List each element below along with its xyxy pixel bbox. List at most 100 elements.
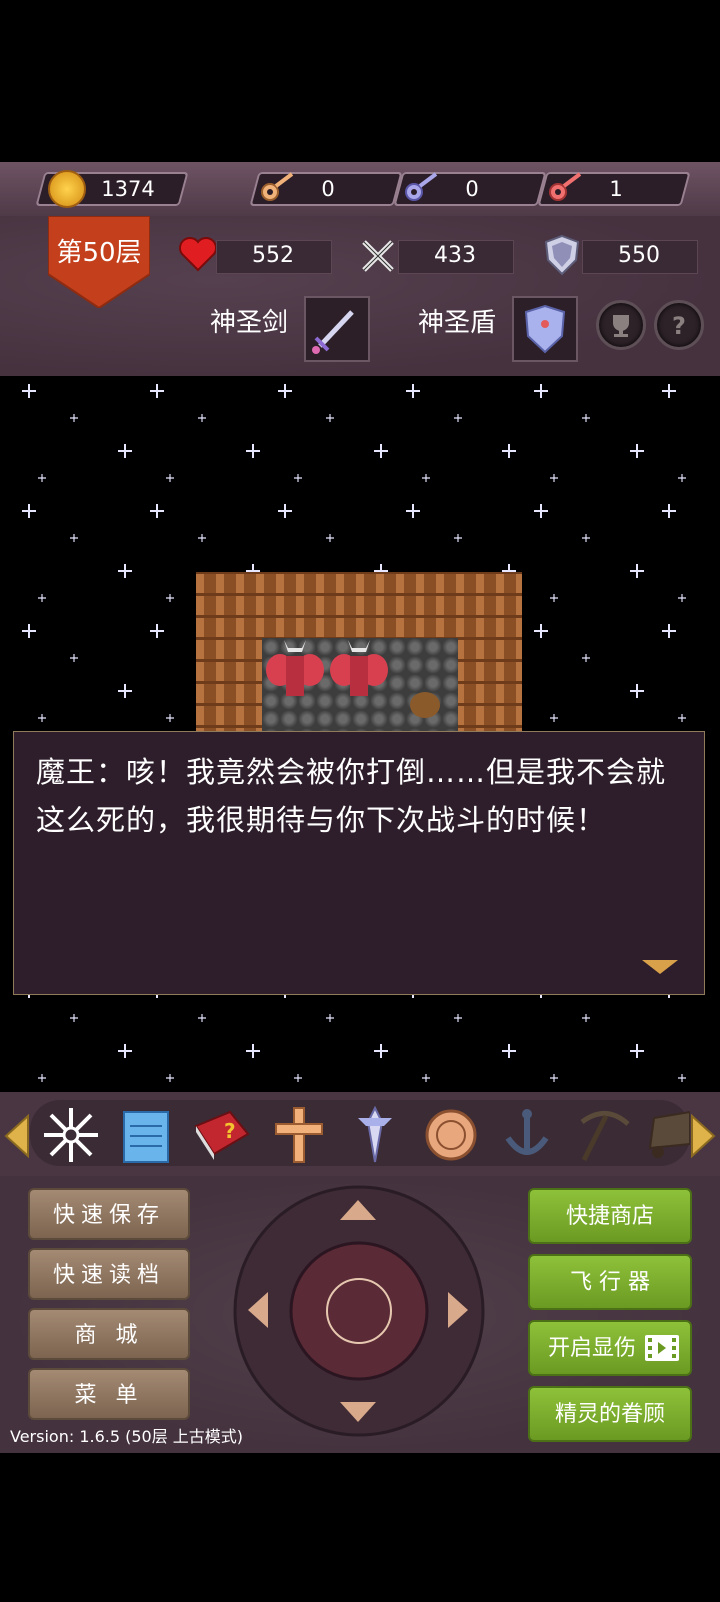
up-arrow-icon[interactable] (338, 1198, 378, 1222)
star-icon (246, 1044, 260, 1058)
star-icon (678, 594, 686, 602)
yellow-key-icon (258, 170, 298, 204)
weapon-label: 神圣剑 (210, 306, 288, 340)
pickaxe-icon[interactable] (572, 1104, 634, 1166)
menu-button[interactable]: 菜 单 (28, 1368, 190, 1420)
armor-label: 神圣盾 (418, 306, 496, 340)
flyer-button[interactable]: 飞 行 器 (528, 1254, 692, 1310)
quick-load-button[interactable]: 快速读档 (28, 1248, 190, 1300)
star-icon (70, 534, 78, 542)
holy-sword-icon (306, 298, 368, 360)
demon-king-sprite (326, 634, 392, 702)
star-icon (326, 414, 334, 422)
star-icon (150, 504, 164, 518)
monster-book-icon[interactable]: ? (190, 1104, 252, 1166)
down-arrow-icon[interactable] (338, 1400, 378, 1424)
dialog-box[interactable]: 魔王：咳！我竟然会被你打倒……但是我不会就这么死的，我很期待与你下次战斗的时候！ (13, 731, 705, 995)
star-icon (166, 594, 174, 602)
resource-bar: 1374 0 0 1 (0, 162, 720, 216)
trophy-button[interactable] (596, 300, 646, 350)
star-icon (454, 414, 462, 422)
star-icon (406, 384, 420, 398)
star-icon (38, 474, 46, 482)
star-icon (582, 654, 590, 662)
star-icon (246, 444, 260, 458)
star-icon (278, 504, 292, 518)
star-icon (662, 384, 676, 398)
star-icon (198, 534, 206, 542)
star-icon (630, 564, 644, 578)
defense-value: 550 (582, 240, 696, 272)
star-icon (198, 1014, 206, 1022)
weapon-slot[interactable] (304, 296, 370, 362)
gold-count: 1374 (98, 174, 158, 204)
holy-water-icon[interactable] (344, 1104, 406, 1166)
fairy-blessing-button[interactable]: 精灵的眷顾 (528, 1386, 692, 1442)
heart-icon (178, 236, 218, 272)
star-icon (118, 1044, 132, 1058)
anchor-icon[interactable] (496, 1104, 558, 1166)
snowflake-icon[interactable] (40, 1104, 102, 1166)
question-mark-icon: ? (657, 303, 701, 347)
star-icon (294, 1074, 302, 1082)
star-icon (70, 1014, 78, 1022)
star-icon (70, 414, 78, 422)
star-icon (502, 444, 516, 458)
continue-arrow-icon[interactable] (642, 958, 678, 976)
quick-shop-button[interactable]: 快捷商店 (528, 1188, 692, 1244)
star-icon (118, 684, 132, 698)
red-key-icon (546, 170, 586, 204)
svg-text:?: ? (224, 1119, 236, 1143)
gold-coin-icon (48, 170, 86, 208)
yellow-key-count: 0 (298, 174, 358, 204)
star-icon (678, 714, 686, 722)
cart-icon[interactable] (646, 1104, 690, 1166)
star-icon (582, 1014, 590, 1022)
star-icon (534, 504, 548, 518)
star-icon (534, 624, 548, 638)
star-icon (150, 624, 164, 638)
cross-icon[interactable] (268, 1104, 330, 1166)
help-button[interactable]: ? (654, 300, 704, 350)
star-icon (662, 624, 676, 638)
star-icon (662, 504, 676, 518)
scroll-left-icon[interactable] (4, 1114, 30, 1158)
star-icon (678, 474, 686, 482)
left-arrow-icon[interactable] (246, 1290, 270, 1330)
armor-slot[interactable] (512, 296, 578, 362)
demon-king-sprite (262, 634, 328, 702)
floor-label: 第50层 (48, 232, 150, 269)
star-icon (294, 474, 302, 482)
star-icon (422, 474, 430, 482)
holy-shield-icon (514, 298, 576, 360)
version-text: Version: 1.6.5 (50层 上古模式) (10, 1423, 243, 1447)
shield-icon (544, 234, 580, 276)
hero-sprite (410, 692, 440, 718)
attack-value: 433 (398, 240, 512, 272)
scroll-right-icon[interactable] (690, 1114, 716, 1158)
blue-key-icon (402, 170, 442, 204)
star-icon (582, 414, 590, 422)
star-icon (38, 1074, 46, 1082)
star-icon (550, 594, 558, 602)
star-icon (406, 504, 420, 518)
item-bar: ? (0, 1092, 720, 1176)
svg-text:?: ? (672, 312, 686, 340)
star-icon (198, 414, 206, 422)
medal-icon[interactable] (420, 1104, 482, 1166)
blue-key-count: 0 (442, 174, 502, 204)
show-damage-button[interactable]: 开启显伤 (528, 1320, 692, 1376)
right-arrow-icon[interactable] (446, 1290, 470, 1330)
notepad-icon[interactable] (116, 1104, 178, 1166)
star-icon (550, 714, 558, 722)
control-panel: 快速保存 快速读档 商 城 菜 单 快捷商店 飞 行 器 开启显伤 精灵的眷顾 (0, 1176, 720, 1453)
quick-save-button[interactable]: 快速保存 (28, 1188, 190, 1240)
star-icon (118, 444, 132, 458)
star-icon (534, 384, 548, 398)
shop-button[interactable]: 商 城 (28, 1308, 190, 1360)
star-icon (454, 534, 462, 542)
star-icon (630, 444, 644, 458)
star-icon (502, 1044, 516, 1058)
star-icon (326, 534, 334, 542)
star-icon (630, 1044, 644, 1058)
